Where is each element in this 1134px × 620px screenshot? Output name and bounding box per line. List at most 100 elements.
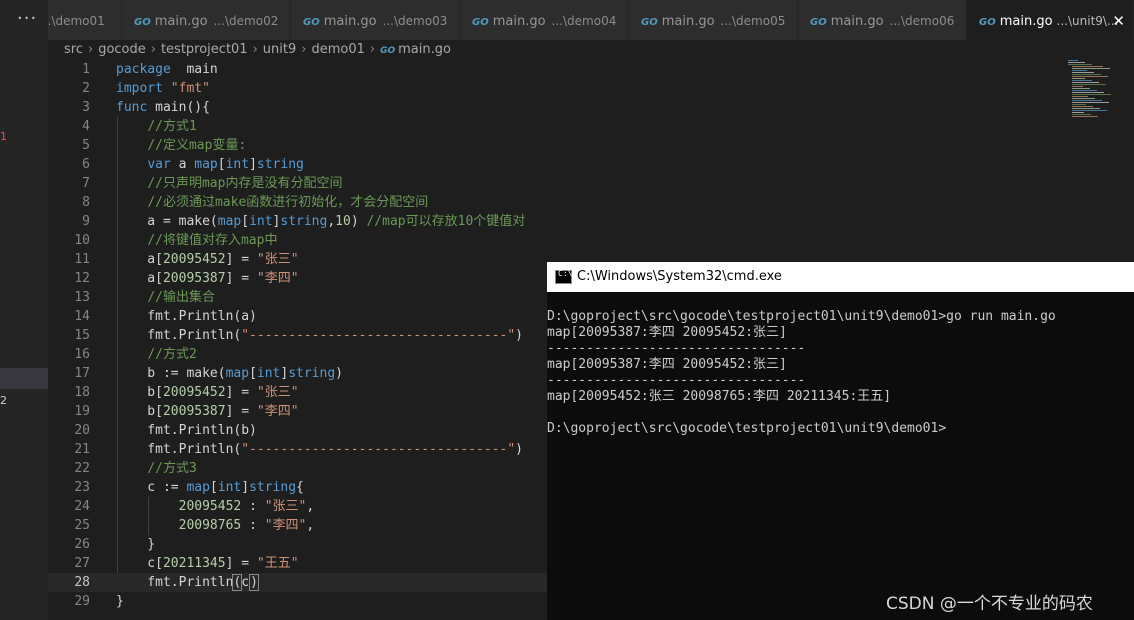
code-text: func main(){ (116, 98, 210, 117)
minimap-line (1068, 60, 1078, 61)
tab-demo04[interactable]: GO main.go ...\demo04 (460, 0, 629, 40)
code-line[interactable]: 7 //只声明map内存是没有分配空间 (48, 174, 1134, 193)
chevron-right-icon: › (87, 42, 94, 57)
more-actions-icon[interactable]: ··· (17, 8, 37, 29)
explorer-marker: 2 (0, 394, 7, 407)
code-token: a[ (116, 271, 163, 286)
code-line[interactable]: 5 //定义map变量: (48, 136, 1134, 155)
minimap-line (1068, 64, 1092, 65)
code-token: a (170, 157, 195, 172)
line-number: 9 (82, 214, 90, 229)
go-file-icon: GO (380, 46, 396, 56)
tab-description: ...\demo01 (48, 14, 105, 28)
code-line[interactable]: 2 import "fmt" (48, 79, 1134, 98)
minimap[interactable] (1068, 60, 1132, 120)
code-token: main (170, 62, 218, 77)
minimap-line (1072, 104, 1086, 105)
line-number: 22 (74, 461, 90, 476)
code-token: 20095452 (162, 385, 226, 400)
cmd-title-bar[interactable]: C:\ C:\Windows\System32\cmd.exe (547, 262, 1134, 292)
go-file-icon: GO (641, 17, 658, 28)
line-number: 11 (74, 252, 90, 267)
cmd-output-line: D:\goproject\src\gocode\testproject01\un… (547, 421, 947, 436)
code-token: ) (515, 442, 523, 457)
tab-label: main.go (661, 14, 715, 29)
minimap-line (1072, 102, 1109, 103)
code-token: string (288, 366, 336, 381)
line-number: 24 (74, 499, 90, 514)
tab-active-unit9[interactable]: GO main.go ...\unit9\... ✕ (967, 0, 1134, 40)
breadcrumb-item[interactable]: unit9 (263, 42, 296, 57)
code-token: b[ (116, 385, 163, 400)
code-text: b[20095452] = "张三" (116, 383, 299, 402)
code-token: "fmt" (162, 81, 210, 96)
code-token: a = make( (116, 214, 218, 229)
breadcrumb-item[interactable]: testproject01 (161, 42, 248, 57)
minimap-line (1072, 90, 1097, 91)
tab-label: main.go (323, 14, 377, 29)
tab-demo06[interactable]: GO main.go ...\demo06 (798, 0, 967, 40)
tab-description: ...\demo02 (213, 14, 279, 28)
code-token: main(){ (147, 100, 210, 115)
cmd-window[interactable]: C:\ C:\Windows\System32\cmd.exe D:\gopro… (547, 262, 1134, 620)
breadcrumb-item[interactable]: gocode (98, 42, 146, 57)
code-token: ] = (225, 385, 257, 400)
minimap-line (1072, 88, 1090, 89)
breadcrumb-item[interactable]: main.go (398, 42, 451, 57)
code-token: b := make( (116, 366, 226, 381)
code-token: int (249, 214, 273, 229)
tab-demo01[interactable]: ...\demo01 (48, 0, 122, 40)
code-text: //方式2 (116, 345, 196, 364)
tab-demo02[interactable]: GO main.go ...\demo02 (122, 0, 291, 40)
chevron-right-icon: › (252, 42, 258, 57)
code-line[interactable]: 4 //方式1 (48, 117, 1134, 136)
minimap-line (1072, 94, 1111, 95)
code-token: //方式1 (147, 119, 197, 134)
code-token: ) (350, 214, 367, 229)
code-token: "张三" (256, 252, 299, 267)
code-line[interactable]: 6 var a map[int]string (48, 155, 1134, 174)
cmd-output-line: map[20095452:张三 20098765:李四 20211345:王五] (547, 389, 892, 404)
code-token: , (306, 518, 315, 533)
tab-demo03[interactable]: GO main.go ...\demo03 (291, 0, 460, 40)
line-number: 13 (74, 290, 90, 305)
code-token: string (256, 157, 304, 172)
code-token: //只声明map内存是没有分配空间 (147, 176, 343, 191)
minimap-line (1072, 92, 1104, 93)
code-token: //map可以存放10个键值对 (366, 214, 526, 229)
breadcrumb-item[interactable]: demo01 (311, 42, 364, 57)
selected-explorer-row[interactable] (0, 368, 48, 389)
code-text: //方式1 (116, 117, 197, 136)
code-token: fmt.Println( (116, 442, 242, 457)
tab-description: ...\demo06 (889, 14, 955, 28)
minimap-line (1072, 84, 1106, 85)
cmd-output-line: --------------------------------- (547, 341, 806, 356)
code-text: b[20095387] = "李四" (116, 402, 298, 421)
breadcrumb-item[interactable]: src (64, 42, 83, 57)
cmd-output-line: map[20095387:李四 20095452:张三] (547, 325, 787, 340)
code-token: "张三" (256, 385, 299, 400)
code-text: fmt.Println("---------------------------… (116, 326, 523, 345)
code-token: "李四" (264, 518, 307, 533)
watermark: CSDN @一个不专业的码农 (886, 594, 1093, 614)
code-text: } (116, 592, 124, 611)
code-token: , (327, 214, 336, 229)
code-token: ] (241, 480, 250, 495)
line-number: 28 (74, 575, 90, 590)
tab-demo05[interactable]: GO main.go ...\demo05 (629, 0, 798, 40)
line-number: 2 (82, 81, 90, 96)
code-line[interactable]: 3 func main(){ (48, 98, 1134, 117)
code-line[interactable]: 10 //将键值对存入map中 (48, 231, 1134, 250)
close-icon[interactable]: ✕ (1112, 0, 1125, 40)
code-line[interactable]: 9 a = make(map[int]string,10) //map可以存放1… (48, 212, 1134, 231)
code-text: a = make(map[int]string,10) //map可以存放10个… (116, 212, 525, 231)
code-token: ] = (225, 404, 257, 419)
code-line[interactable]: 8 //必须通过make函数进行初始化，才会分配空间 (48, 193, 1134, 212)
code-line[interactable]: 1 package main (48, 60, 1134, 79)
code-token: ] = (225, 556, 257, 571)
code-token: 20098765 (178, 518, 242, 533)
